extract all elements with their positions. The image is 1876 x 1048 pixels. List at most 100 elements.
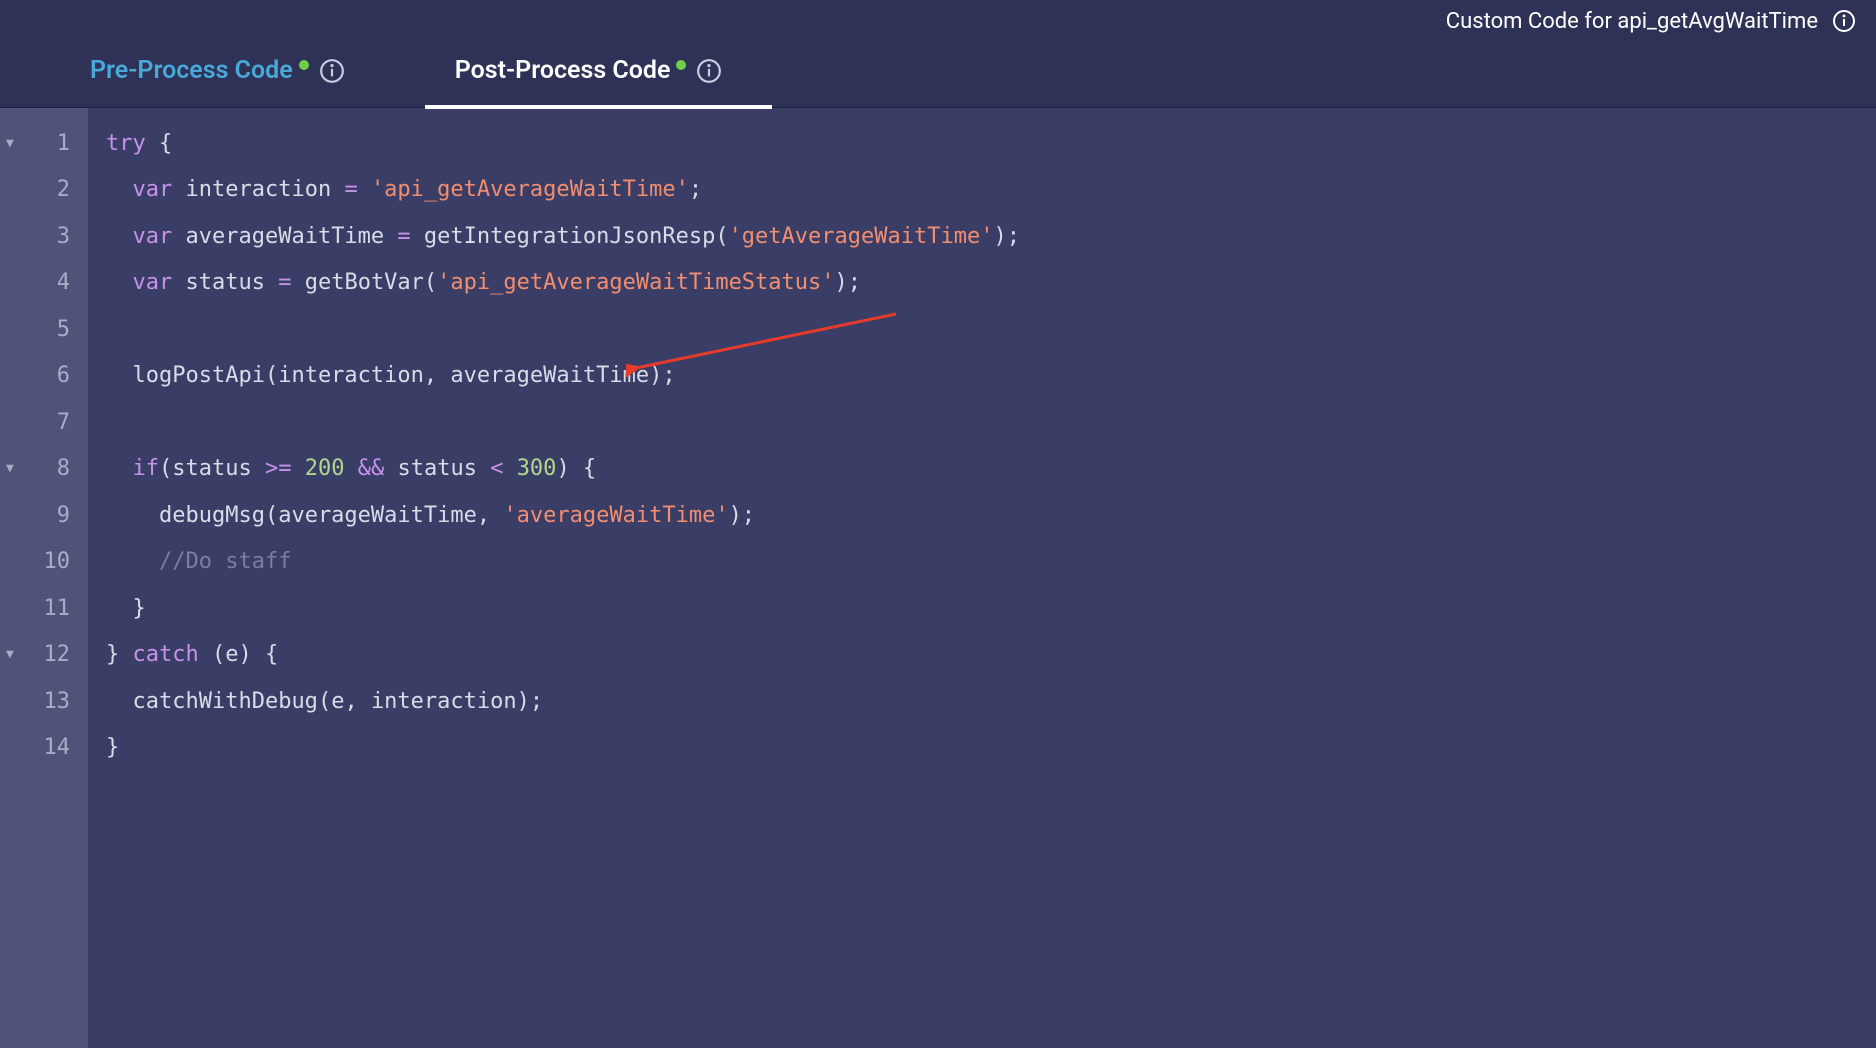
token-punc: ( bbox=[199, 642, 226, 667]
token-kw: try bbox=[106, 131, 146, 156]
token-id: status bbox=[172, 456, 265, 481]
token-punc: ); bbox=[517, 689, 544, 714]
token-punc bbox=[358, 177, 371, 202]
status-dot-icon bbox=[676, 60, 686, 70]
token-kw: if bbox=[133, 456, 160, 481]
code-line[interactable]: var averageWaitTime = getIntegrationJson… bbox=[106, 213, 1858, 260]
token-op: = bbox=[397, 224, 410, 249]
token-punc bbox=[106, 503, 159, 528]
token-punc bbox=[106, 363, 133, 388]
token-punc: ); bbox=[729, 503, 756, 528]
line-number: 13 bbox=[44, 689, 71, 714]
token-str: 'getAverageWaitTime' bbox=[729, 224, 994, 249]
title-bar: Custom Code for api_getAvgWaitTime bbox=[0, 0, 1876, 42]
tab-label: Pre-Process Code bbox=[90, 56, 293, 85]
token-op: = bbox=[344, 177, 357, 202]
token-id: status bbox=[384, 456, 490, 481]
line-number: 8 bbox=[57, 456, 70, 481]
token-op: >= bbox=[265, 456, 292, 481]
line-number: 11 bbox=[44, 596, 71, 621]
token-punc: ) { bbox=[556, 456, 596, 481]
token-punc: } bbox=[106, 596, 146, 621]
info-icon[interactable] bbox=[1832, 9, 1856, 33]
token-punc: ( bbox=[265, 503, 278, 528]
token-punc: } bbox=[106, 642, 133, 667]
code-line[interactable]: } bbox=[106, 585, 1858, 632]
code-line[interactable] bbox=[106, 306, 1858, 353]
gutter-line: 4 bbox=[0, 260, 88, 307]
line-number: 2 bbox=[57, 177, 70, 202]
token-var: var bbox=[133, 177, 173, 202]
line-number: 10 bbox=[44, 549, 71, 574]
line-number: 3 bbox=[57, 224, 70, 249]
token-op: < bbox=[490, 456, 503, 481]
code-line[interactable]: catchWithDebug(e, interaction); bbox=[106, 678, 1858, 725]
token-punc: ) { bbox=[238, 642, 278, 667]
token-id: catchWithDebug bbox=[133, 689, 318, 714]
info-icon[interactable] bbox=[319, 58, 345, 84]
code-line[interactable]: if(status >= 200 && status < 300) { bbox=[106, 446, 1858, 493]
token-id: logPostApi bbox=[133, 363, 265, 388]
code-editor[interactable]: ▼1234567▼891011▼121314 try { var interac… bbox=[0, 108, 1876, 1048]
status-dot-icon bbox=[299, 60, 309, 70]
token-id: getBotVar bbox=[291, 270, 423, 295]
app-root: Custom Code for api_getAvgWaitTime Pre-P… bbox=[0, 0, 1876, 1048]
info-icon[interactable] bbox=[696, 58, 722, 84]
token-punc: ( bbox=[265, 363, 278, 388]
code-line[interactable]: var status = getBotVar('api_getAverageWa… bbox=[106, 260, 1858, 307]
line-number: 6 bbox=[57, 363, 70, 388]
token-op: && bbox=[358, 456, 385, 481]
token-id: interaction bbox=[371, 689, 517, 714]
token-punc: , bbox=[424, 363, 451, 388]
code-line[interactable]: try { bbox=[106, 120, 1858, 167]
line-number: 5 bbox=[57, 317, 70, 342]
gutter-line: ▼1 bbox=[0, 120, 88, 167]
token-punc: ( bbox=[424, 270, 437, 295]
tab-pre-process[interactable]: Pre-Process Code bbox=[90, 56, 345, 89]
code-line[interactable]: debugMsg(averageWaitTime, 'averageWaitTi… bbox=[106, 492, 1858, 539]
code-line[interactable]: } bbox=[106, 725, 1858, 772]
code-line[interactable] bbox=[106, 399, 1858, 446]
token-punc bbox=[106, 549, 159, 574]
gutter-line: 7 bbox=[0, 399, 88, 446]
page-title: Custom Code for api_getAvgWaitTime bbox=[1446, 9, 1818, 34]
token-id: e bbox=[331, 689, 344, 714]
fold-chevron-icon[interactable]: ▼ bbox=[6, 461, 14, 476]
token-id: getIntegrationJsonResp bbox=[411, 224, 716, 249]
token-punc bbox=[106, 224, 133, 249]
token-punc bbox=[503, 456, 516, 481]
gutter-line: 9 bbox=[0, 492, 88, 539]
tabs-row: Pre-Process Code Post-Process Code bbox=[0, 42, 1876, 108]
token-str: 'averageWaitTime' bbox=[503, 503, 728, 528]
gutter-line: 2 bbox=[0, 167, 88, 214]
token-num: 300 bbox=[517, 456, 557, 481]
line-number: 4 bbox=[57, 270, 70, 295]
token-cmt: //Do staff bbox=[159, 549, 291, 574]
token-punc bbox=[291, 456, 304, 481]
fold-chevron-icon[interactable]: ▼ bbox=[6, 136, 14, 151]
token-punc: , bbox=[477, 503, 504, 528]
code-line[interactable]: var interaction = 'api_getAverageWaitTim… bbox=[106, 167, 1858, 214]
token-op: = bbox=[278, 270, 291, 295]
fold-chevron-icon[interactable]: ▼ bbox=[6, 647, 14, 662]
token-id: interaction bbox=[278, 363, 424, 388]
gutter-line: 11 bbox=[0, 585, 88, 632]
code-line[interactable]: logPostApi(interaction, averageWaitTime)… bbox=[106, 353, 1858, 400]
token-punc bbox=[106, 270, 133, 295]
token-punc: , bbox=[344, 689, 371, 714]
token-num: 200 bbox=[305, 456, 345, 481]
gutter-line: ▼8 bbox=[0, 446, 88, 493]
token-str: 'api_getAverageWaitTimeStatus' bbox=[437, 270, 834, 295]
token-var: var bbox=[133, 270, 173, 295]
code-line[interactable]: } catch (e) { bbox=[106, 632, 1858, 679]
tab-label: Post-Process Code bbox=[455, 56, 671, 85]
line-number: 9 bbox=[57, 503, 70, 528]
tab-post-process[interactable]: Post-Process Code bbox=[455, 56, 723, 89]
token-id: status bbox=[172, 270, 278, 295]
gutter-line: 13 bbox=[0, 678, 88, 725]
code-line[interactable]: //Do staff bbox=[106, 539, 1858, 586]
code-area[interactable]: try { var interaction = 'api_getAverageW… bbox=[88, 108, 1876, 1048]
token-punc: ); bbox=[649, 363, 676, 388]
token-punc bbox=[344, 456, 357, 481]
line-number: 1 bbox=[57, 131, 70, 156]
